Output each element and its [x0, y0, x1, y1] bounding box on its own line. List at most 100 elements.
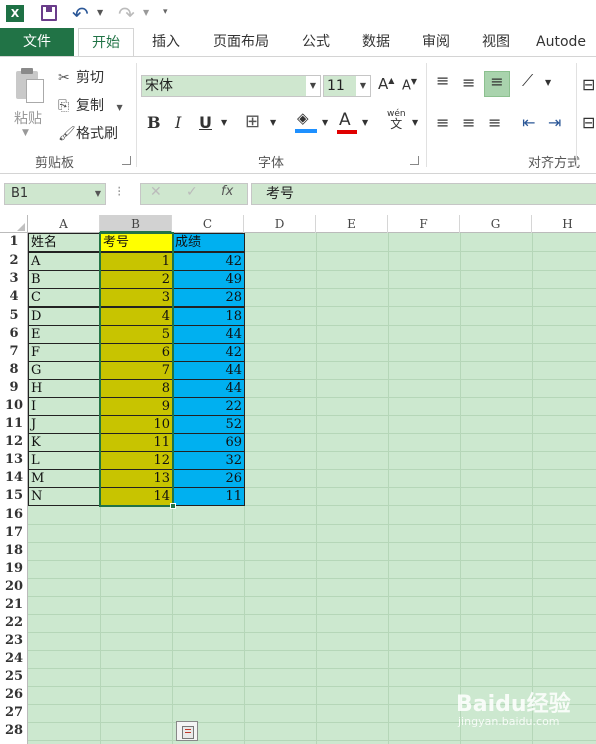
row-header-8[interactable]: 8 — [0, 361, 28, 379]
row-header-11[interactable]: 11 — [0, 415, 28, 433]
underline-dropdown-icon[interactable]: ▼ — [221, 118, 227, 127]
fill-color-dropdown-icon[interactable]: ▼ — [322, 118, 328, 127]
bold-button[interactable]: B — [147, 113, 161, 132]
column-header-B[interactable]: B — [100, 215, 172, 233]
cell-A3[interactable]: B — [28, 270, 101, 289]
cell-A12[interactable]: K — [28, 433, 101, 452]
align-bottom-icon[interactable]: ≡ — [484, 71, 510, 97]
align-left-icon[interactable]: ≡ — [436, 113, 449, 132]
cell-A13[interactable]: L — [28, 451, 101, 470]
row-header-17[interactable]: 17 — [0, 524, 28, 542]
cell-A14[interactable]: M — [28, 469, 101, 488]
row-header-26[interactable]: 26 — [0, 686, 28, 704]
cell-A11[interactable]: J — [28, 415, 101, 434]
borders-dropdown-icon[interactable]: ▼ — [270, 118, 276, 127]
paste-icon[interactable] — [14, 67, 48, 105]
row-header-9[interactable]: 9 — [0, 379, 28, 397]
cell-A4[interactable]: C — [28, 288, 101, 307]
cell-C5[interactable]: 18 — [172, 307, 245, 326]
column-header-F[interactable]: F — [388, 215, 460, 233]
column-header-E[interactable]: E — [316, 215, 388, 233]
row-header-25[interactable]: 25 — [0, 668, 28, 686]
fill-handle[interactable] — [170, 503, 176, 509]
cell-A9[interactable]: H — [28, 379, 101, 398]
cut-button[interactable]: ✂ 剪切 — [58, 67, 104, 87]
row-header-15[interactable]: 15 — [0, 487, 28, 505]
tab-home[interactable]: 开始 — [78, 28, 134, 57]
tab-data[interactable]: 数据 — [356, 28, 396, 56]
paste-options-icon[interactable] — [176, 721, 198, 741]
row-header-14[interactable]: 14 — [0, 469, 28, 487]
row-header-4[interactable]: 4 — [0, 288, 28, 306]
formula-input[interactable]: 考号 — [251, 183, 596, 205]
row-header-5[interactable]: 5 — [0, 307, 28, 325]
cell-C2[interactable]: 42 — [172, 252, 245, 271]
enter-icon[interactable]: ✓ — [186, 184, 198, 200]
cell-C13[interactable]: 32 — [172, 451, 245, 470]
customize-qat-icon[interactable]: ▾ — [163, 7, 168, 17]
cell-A15[interactable]: N — [28, 487, 101, 506]
row-header-24[interactable]: 24 — [0, 650, 28, 668]
increase-indent-icon[interactable]: ⇥ — [548, 113, 561, 132]
column-header-G[interactable]: G — [460, 215, 532, 233]
column-header-D[interactable]: D — [244, 215, 316, 233]
row-header-13[interactable]: 13 — [0, 451, 28, 469]
font-name-select[interactable]: 宋体 ▼ — [141, 75, 321, 97]
undo-dropdown-icon[interactable]: ▼ — [97, 8, 103, 17]
tab-autodesk[interactable]: Autode — [536, 28, 596, 56]
decrease-indent-icon[interactable]: ⇤ — [522, 113, 535, 132]
column-header-A[interactable]: A — [28, 215, 100, 233]
redo-icon[interactable]: ↷ — [118, 2, 135, 26]
row-header-2[interactable]: 2 — [0, 252, 28, 270]
row-header-3[interactable]: 3 — [0, 270, 28, 288]
tab-view[interactable]: 视图 — [476, 28, 516, 56]
column-header-H[interactable]: H — [532, 215, 596, 233]
tab-file[interactable]: 文件 — [0, 28, 74, 56]
borders-icon[interactable]: ⊞ — [245, 111, 260, 132]
row-header-12[interactable]: 12 — [0, 433, 28, 451]
italic-button[interactable]: I — [175, 113, 181, 132]
row-header-6[interactable]: 6 — [0, 325, 28, 343]
font-size-select[interactable]: 11 ▼ — [323, 75, 371, 97]
row-header-27[interactable]: 27 — [0, 704, 28, 722]
cell-C6[interactable]: 44 — [172, 325, 245, 344]
cell-A10[interactable]: I — [28, 397, 101, 416]
clipboard-launcher-icon[interactable] — [122, 156, 131, 165]
cell-A5[interactable]: D — [28, 307, 101, 326]
row-header-7[interactable]: 7 — [0, 343, 28, 361]
worksheet-grid[interactable]: ABCDEFGH 1 2 3 4 5 6 7 8 9 10 11 12 13 14 15 16 17 18 19 20… — [0, 215, 596, 744]
paste-dropdown-icon[interactable]: ▼ — [22, 128, 29, 138]
cell-A6[interactable]: E — [28, 325, 101, 344]
cell-C12[interactable]: 69 — [172, 433, 245, 452]
cell-C11[interactable]: 52 — [172, 415, 245, 434]
font-color-dropdown-icon[interactable]: ▼ — [362, 118, 368, 127]
tab-formulas[interactable]: 公式 — [296, 28, 336, 56]
insert-function-button[interactable]: fx — [221, 184, 233, 199]
row-header-10[interactable]: 10 — [0, 397, 28, 415]
tab-review[interactable]: 审阅 — [416, 28, 456, 56]
row-header-23[interactable]: 23 — [0, 632, 28, 650]
cell-A1[interactable]: 姓名 — [28, 233, 101, 252]
row-header-16[interactable]: 16 — [0, 506, 28, 524]
cell-A8[interactable]: G — [28, 361, 101, 380]
font-launcher-icon[interactable] — [410, 156, 419, 165]
cell-C8[interactable]: 44 — [172, 361, 245, 380]
row-header-18[interactable]: 18 — [0, 542, 28, 560]
row-header-19[interactable]: 19 — [0, 560, 28, 578]
align-center-icon[interactable]: ≡ — [462, 113, 475, 132]
paste-button[interactable]: 粘贴 — [14, 108, 42, 128]
wrap-text-icon[interactable]: ⊟ — [582, 75, 595, 94]
fill-color-icon[interactable]: ◈ — [295, 109, 317, 133]
copy-dropdown-icon[interactable]: ▼ — [116, 103, 122, 112]
tab-insert[interactable]: 插入 — [146, 28, 186, 56]
redo-dropdown-icon[interactable]: ▼ — [143, 8, 149, 17]
phonetic-guide-icon[interactable]: wén 文 — [387, 109, 406, 131]
cell-C1[interactable]: 成绩 — [172, 233, 245, 252]
cell-C9[interactable]: 44 — [172, 379, 245, 398]
row-header-21[interactable]: 21 — [0, 596, 28, 614]
format-painter-button[interactable]: 🖌格式刷 — [58, 123, 118, 143]
cell-C4[interactable]: 28 — [172, 288, 245, 307]
cell-C7[interactable]: 42 — [172, 343, 245, 362]
cell-A2[interactable]: A — [28, 252, 101, 271]
cell-C10[interactable]: 22 — [172, 397, 245, 416]
